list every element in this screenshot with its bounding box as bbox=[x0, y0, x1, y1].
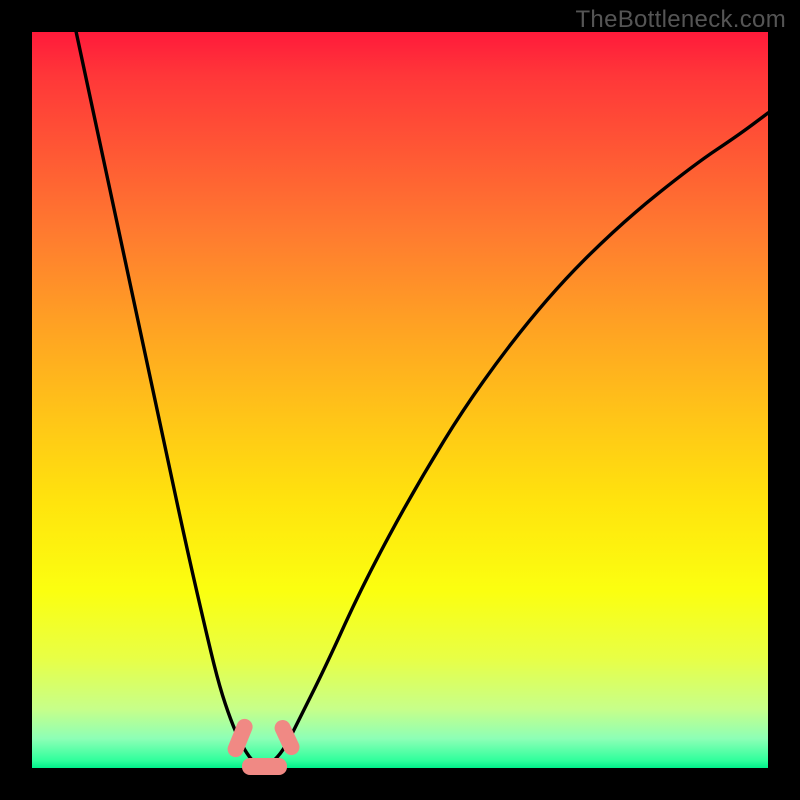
left-curve bbox=[76, 32, 264, 768]
watermark-text: TheBottleneck.com bbox=[575, 6, 786, 34]
plot-area bbox=[32, 32, 768, 768]
curve-layer bbox=[32, 32, 768, 768]
right-curve bbox=[265, 113, 768, 768]
chart-container: TheBottleneck.com bbox=[0, 0, 800, 800]
marker-bottom-bar bbox=[242, 758, 286, 774]
